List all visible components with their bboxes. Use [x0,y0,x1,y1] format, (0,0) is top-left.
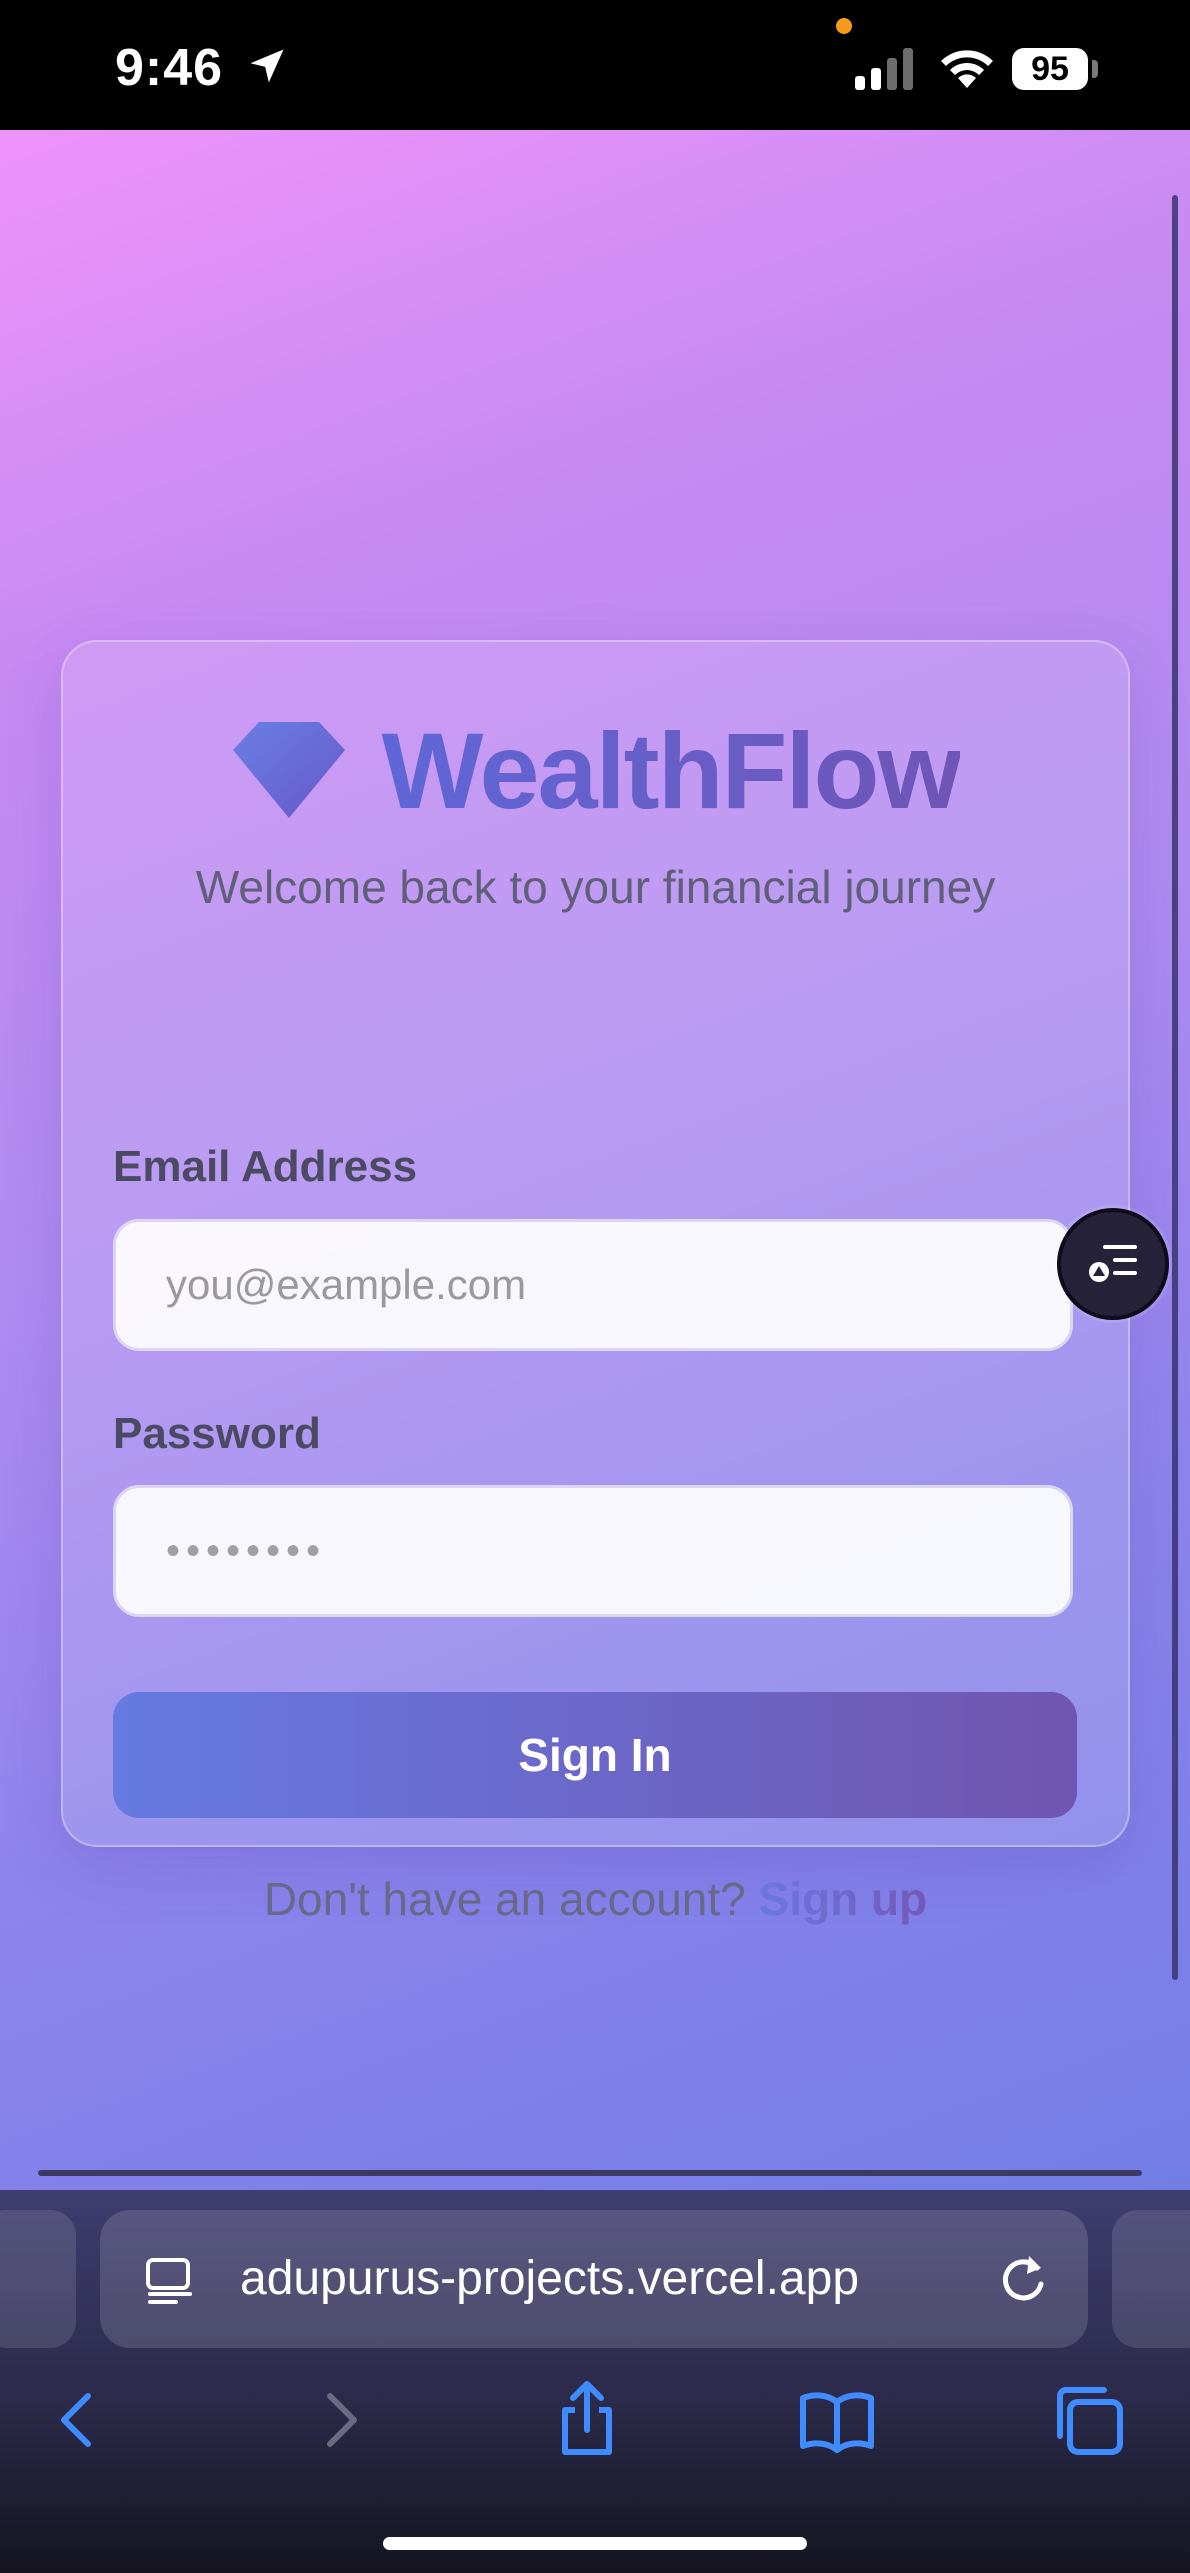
battery-icon: 95 [1012,48,1088,90]
signup-link[interactable]: Sign up [759,1873,928,1925]
reload-icon[interactable] [995,2250,1051,2308]
password-field[interactable]: •••••••• [113,1485,1073,1617]
password-placeholder: •••••••• [166,1528,327,1573]
status-time: 9:46 [115,39,224,97]
email-field[interactable]: you@example.com [113,1219,1073,1351]
previous-tab-preview[interactable] [0,2210,76,2348]
back-icon[interactable] [38,2380,118,2460]
scrollbar[interactable] [1172,195,1178,1980]
tabs-icon[interactable] [1048,2380,1128,2460]
battery-tip [1092,60,1098,78]
share-icon[interactable] [547,2380,627,2460]
location-arrow-icon [250,49,284,83]
status-bar: 9:46 95 [0,0,1190,130]
home-indicator[interactable] [383,2537,807,2550]
list-menu-icon [1089,1245,1137,1282]
page-viewport[interactable]: WealthFlow Welcome back to your financia… [0,130,1190,2190]
sign-in-button[interactable]: Sign In [113,1692,1077,1818]
email-placeholder: you@example.com [166,1261,527,1308]
email-label: Email Address [113,1142,418,1191]
floating-menu-button[interactable] [1057,1208,1169,1320]
privacy-indicator-dot [836,18,852,34]
wifi-icon [941,50,993,88]
page-divider [38,2170,1142,2176]
brand-name: WealthFlow [381,709,961,831]
next-tab-preview[interactable] [1112,2210,1190,2348]
tagline: Welcome back to your financial journey [195,861,996,913]
browser-toolbar: adupurus-projects.vercel.app [0,2190,1190,2573]
url-text[interactable]: adupurus-projects.vercel.app [240,2210,859,2348]
signup-row: Don't have an account? Sign up [63,1872,1128,1926]
signup-prompt: Don't have an account? [263,1873,746,1925]
brand-logo: WealthFlow [63,709,1128,831]
diamond-icon [233,722,346,818]
signal-icon [855,48,913,90]
forward-icon [327,2393,357,2447]
password-label: Password [113,1409,321,1458]
login-card: WealthFlow Welcome back to your financia… [61,640,1130,1925]
address-bar[interactable]: adupurus-projects.vercel.app [100,2210,1088,2348]
bookmarks-icon[interactable] [797,2380,877,2460]
reader-mode-icon[interactable] [142,2252,198,2308]
